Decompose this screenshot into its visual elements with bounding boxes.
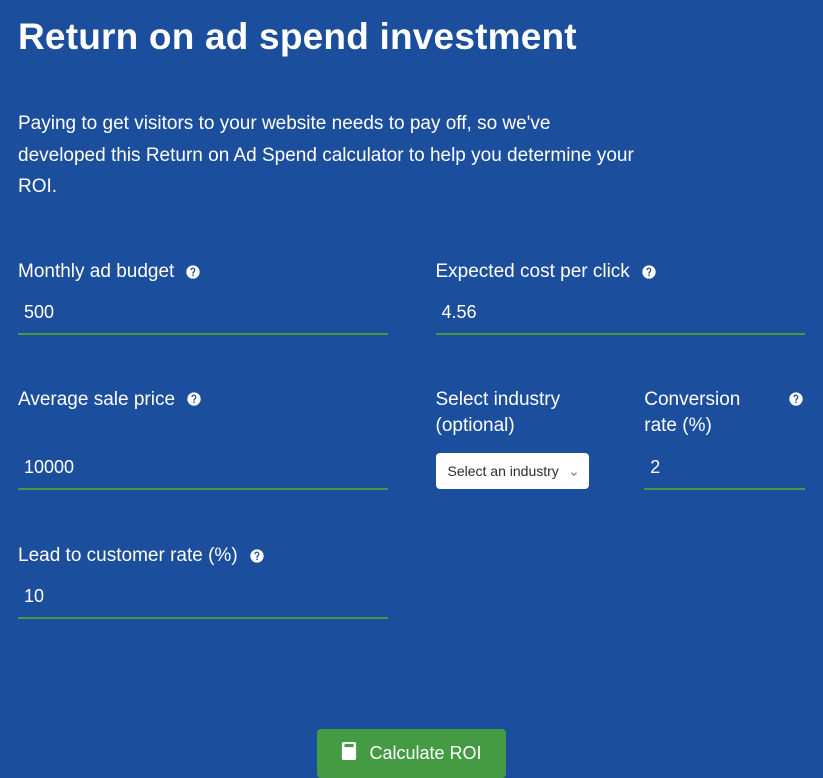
help-icon[interactable] [787, 390, 805, 408]
field-monthly-ad-budget: Monthly ad budget [18, 258, 388, 335]
field-conversion-rate: Conversion rate (%) [644, 387, 805, 490]
help-icon[interactable] [184, 263, 202, 281]
cta-row: Calculate ROI [18, 729, 805, 778]
chevron-down-icon [569, 466, 579, 476]
help-icon[interactable] [640, 263, 658, 281]
cost-per-click-input[interactable] [436, 298, 806, 335]
calculator-icon [341, 742, 357, 765]
intro-text: Paying to get visitors to your website n… [18, 108, 638, 202]
calculate-roi-button[interactable]: Calculate ROI [317, 729, 505, 778]
roi-form: Monthly ad budget Expected cost per clic… [18, 258, 805, 778]
monthly-ad-budget-input[interactable] [18, 298, 388, 335]
monthly-ad-budget-label: Monthly ad budget [18, 259, 174, 285]
help-icon[interactable] [185, 390, 203, 408]
field-industry: Select industry (optional) Select an ind… [436, 387, 597, 490]
conversion-rate-label: Conversion rate (%) [644, 387, 777, 438]
lead-to-customer-label: Lead to customer rate (%) [18, 543, 238, 569]
field-avg-sale-price: Average sale price [18, 387, 388, 490]
industry-label: Select industry (optional) [436, 387, 597, 438]
field-cost-per-click: Expected cost per click [436, 258, 806, 335]
page-title: Return on ad spend investment [18, 14, 805, 60]
industry-select-text: Select an industry [448, 463, 559, 479]
conversion-rate-input[interactable] [644, 453, 805, 490]
help-icon[interactable] [248, 547, 266, 565]
avg-sale-price-input[interactable] [18, 453, 388, 490]
calculate-roi-label: Calculate ROI [369, 743, 481, 764]
industry-select[interactable]: Select an industry [436, 453, 589, 489]
avg-sale-price-label: Average sale price [18, 387, 175, 413]
lead-to-customer-input[interactable] [18, 582, 388, 619]
cost-per-click-label: Expected cost per click [436, 259, 630, 285]
field-lead-to-customer: Lead to customer rate (%) [18, 542, 388, 619]
